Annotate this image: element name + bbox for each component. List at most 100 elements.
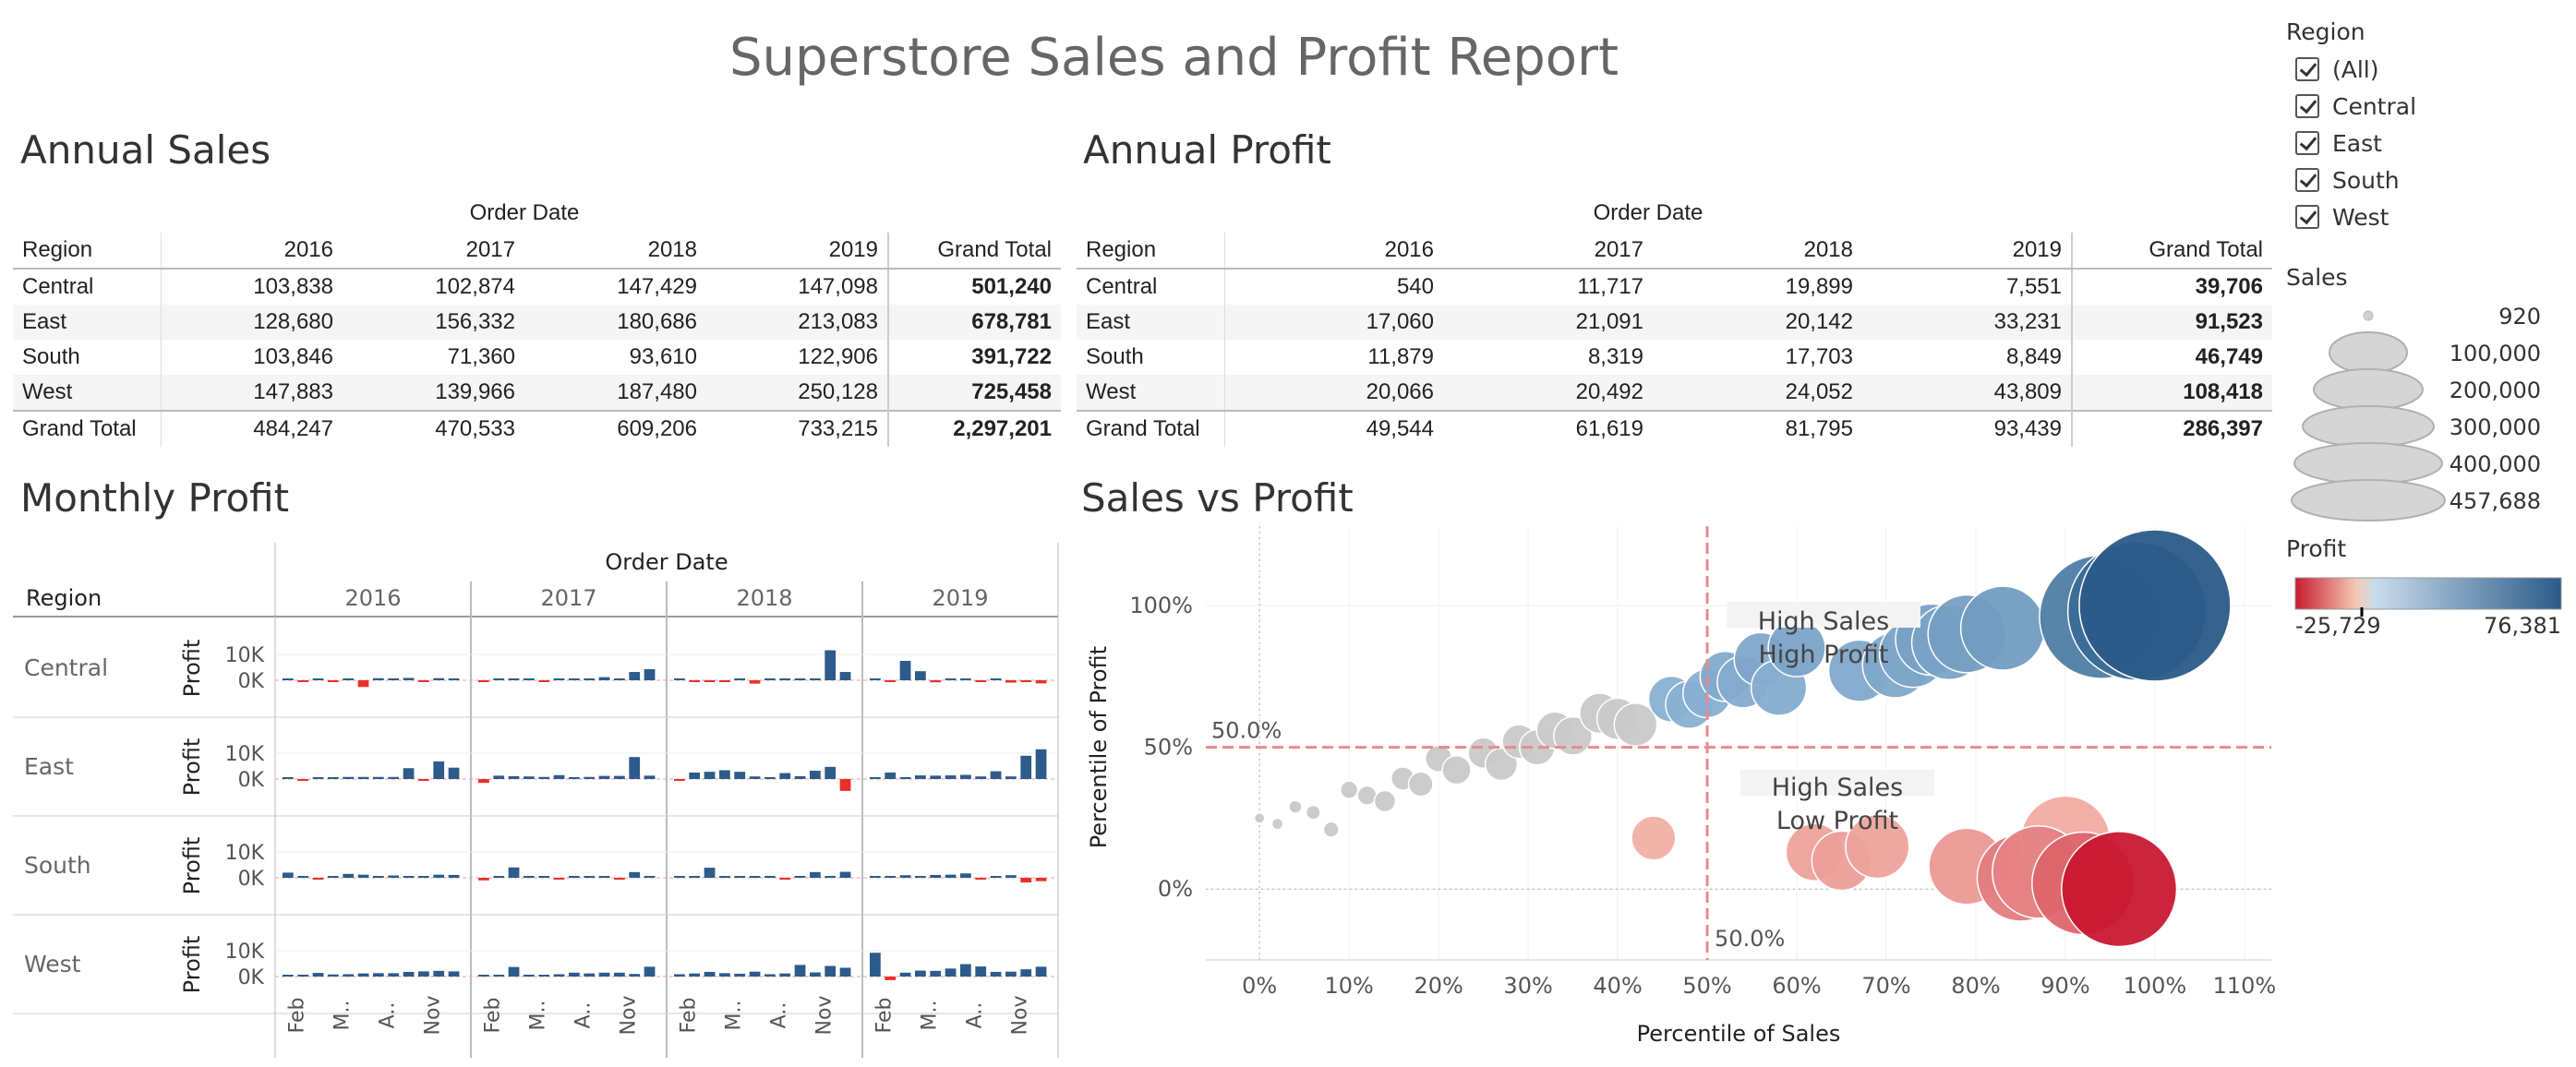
profit-bar <box>418 971 429 977</box>
profit-bar <box>524 975 535 977</box>
profit-bar <box>297 680 309 682</box>
month-tick-label: Feb <box>873 998 896 1034</box>
profit-bar <box>584 776 596 779</box>
profit-bar <box>538 680 550 682</box>
profit-bar <box>885 977 897 980</box>
scatter-point <box>1441 754 1472 785</box>
profit-bar <box>839 672 851 680</box>
profit-bar <box>734 678 746 680</box>
column-header: 2019 <box>1862 233 2072 270</box>
y-tick-label: 0K <box>238 966 265 989</box>
year-header: 2018 <box>736 585 792 611</box>
profit-bar <box>357 680 369 688</box>
x-tick-label: 20% <box>1414 973 1463 999</box>
profit-bar <box>870 953 881 977</box>
year-header: 2016 <box>344 585 401 611</box>
row-label: South <box>1077 340 1225 375</box>
table-cell: 8,849 <box>2005 344 2062 369</box>
column-header: Grand Total <box>2071 233 2272 270</box>
checkbox-icon[interactable] <box>2295 94 2319 118</box>
y-tick-label: 100% <box>1129 593 1193 618</box>
profit-bar <box>297 975 309 977</box>
region-label: East <box>24 753 74 780</box>
profit-bar <box>343 974 355 977</box>
profit-bar <box>1020 680 1032 682</box>
profit-bar <box>629 871 641 878</box>
profit-bar <box>614 775 625 779</box>
month-tick-label: A.. <box>572 1002 595 1029</box>
scatter-point <box>2078 529 2232 682</box>
order-date-label: Order Date <box>1593 200 1703 225</box>
profit-bar <box>719 770 730 779</box>
region-option-label: Central <box>2332 92 2417 120</box>
y-reference-label: 50.0% <box>1211 718 1282 744</box>
region-option-all[interactable]: (All) <box>2295 54 2379 85</box>
x-tick-label: 40% <box>1593 973 1642 999</box>
profit-bar <box>598 677 610 680</box>
profit-bar <box>990 876 1002 878</box>
profit-bar <box>885 773 897 779</box>
month-tick-label: A.. <box>963 1002 986 1029</box>
profit-bar <box>312 878 324 880</box>
column-header: 2017 <box>1443 233 1653 270</box>
profit-bar <box>960 873 971 878</box>
x-axis-label: Percentile of Sales <box>1637 1021 1841 1047</box>
region-option-central[interactable]: Central <box>2295 90 2416 122</box>
region-option-east[interactable]: East <box>2295 127 2382 159</box>
profit-bar <box>433 874 445 878</box>
y-tick-label: 10K <box>225 941 265 964</box>
profit-bar <box>553 774 565 779</box>
checkbox-icon[interactable] <box>2295 131 2319 155</box>
profit-bar <box>749 776 761 779</box>
profit-bar <box>719 876 730 878</box>
profit-bar <box>569 678 580 680</box>
x-tick-label: 50% <box>1682 973 1731 999</box>
row-label: West <box>1077 375 1225 411</box>
profit-bar <box>553 678 565 680</box>
table-cell: 21,091 <box>1443 305 1653 340</box>
y-tick-label: 10K <box>225 842 265 865</box>
checkbox-icon[interactable] <box>2295 168 2319 192</box>
table-cell: 46,749 <box>2071 340 2272 375</box>
profit-bar <box>328 680 339 682</box>
profit-bar <box>493 876 505 878</box>
checkbox-icon[interactable] <box>2295 57 2319 81</box>
region-option-south[interactable]: South <box>2295 164 2400 196</box>
profit-bar <box>373 876 384 878</box>
month-tick-label: Nov <box>813 996 836 1036</box>
profit-bar <box>810 871 821 878</box>
profit-bar <box>418 876 429 878</box>
profit-bar <box>945 775 957 779</box>
table-cell: 8,319 <box>1587 344 1643 369</box>
profit-bar <box>297 876 309 878</box>
region-option-west[interactable]: West <box>2295 201 2389 233</box>
profit-bar <box>584 678 596 680</box>
profit-bar <box>343 678 355 680</box>
row-label: Grand Total <box>1077 410 1225 447</box>
profit-bar <box>373 776 384 779</box>
month-tick-label: M.. <box>722 1001 745 1031</box>
profit-bar <box>960 964 971 977</box>
profit-bar <box>418 680 429 682</box>
checkbox-icon[interactable] <box>2295 205 2319 229</box>
profit-bar <box>328 777 339 779</box>
x-tick-label: 70% <box>1861 973 1910 999</box>
profit-bar <box>915 671 926 680</box>
profit-bar <box>899 972 911 977</box>
profit-bar <box>433 677 445 680</box>
y-axis-label: Percentile of Profit <box>1086 646 1112 848</box>
region-header: Region <box>1077 233 1225 270</box>
column-header: 2016 <box>1224 233 1443 270</box>
profit-color-legend: -25,729 76,381 <box>2294 577 2562 639</box>
size-legend-mark <box>2293 442 2443 485</box>
size-legend-mark <box>2363 310 2374 321</box>
profit-bar <box>553 878 565 880</box>
profit-bar <box>1035 966 1047 977</box>
profit-bar <box>779 773 791 779</box>
profit-bar <box>524 678 535 680</box>
sales-legend-title: Sales <box>2286 264 2348 291</box>
profit-bar <box>764 974 776 977</box>
profit-bar <box>1035 680 1047 684</box>
x-tick-label: 80% <box>1951 973 2000 999</box>
table-row: West 20,066 20,492 24,052 43,809 108,418 <box>1077 375 2272 411</box>
